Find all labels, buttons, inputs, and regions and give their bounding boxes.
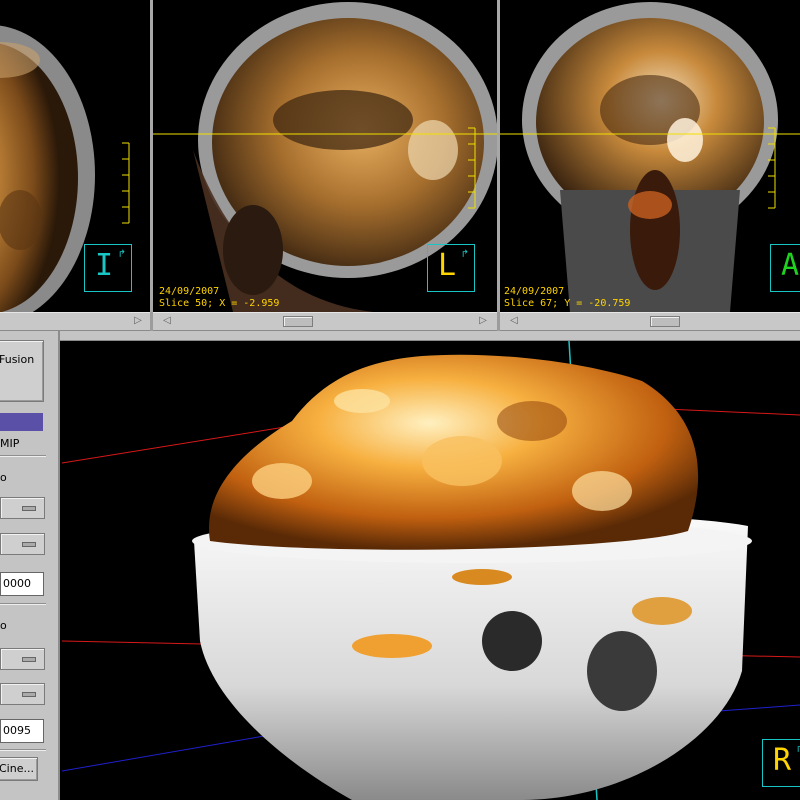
sagittal-scroll-thumb[interactable] [283,316,313,327]
scroll-left-icon[interactable]: ◁ [161,315,173,327]
option-menu-1[interactable] [0,497,45,519]
option-menu-indicator-icon [22,657,36,662]
panel-separator [0,455,46,457]
coronal-scrollbar[interactable]: ◁ [500,312,800,331]
value-a-field[interactable]: 0000 [0,572,44,596]
panel-separator [0,749,46,751]
coronal-viewport[interactable]: 24/09/2007 Slice 67; Y = -20.759 A [500,0,800,312]
coronal-image [500,2,800,312]
render3d-image [62,341,800,800]
top-section-border [0,331,800,341]
option-menu-3[interactable] [0,648,45,670]
coronal-date: 24/09/2007 [504,286,565,297]
viewport-divider [150,0,153,312]
sagittal-scrollbar[interactable]: ◁ ▷ [153,312,497,331]
orientation-letter-coronal: A [781,248,800,283]
scrollbar-divider [150,312,153,331]
sagittal-slice-info: Slice 50; X = -2.959 [159,298,280,309]
orientation-box-3d: R ↱ [762,739,800,787]
option-menu-indicator-icon [22,542,36,547]
axial-viewport[interactable]: I ↱ [0,0,150,312]
orientation-letter-axial: I [95,248,114,283]
axial-scrollbar[interactable]: ▷ [0,312,150,331]
orientation-box-coronal: A [770,244,800,292]
left-control-panel: Fusion MIP o 0000 o 0095 Cine... [0,331,60,800]
scroll-right-icon[interactable]: ▷ [132,315,144,327]
viewport-divider [497,0,500,312]
sagittal-viewport[interactable]: 24/09/2007 Slice 50; X = -2.959 L ↱ [153,0,497,312]
orientation-box-sagittal: L ↱ [427,244,475,292]
scroll-left-icon[interactable]: ◁ [508,315,520,327]
option-b-label: o [0,619,7,632]
option-menu-2[interactable] [0,533,45,555]
panel-separator [0,603,46,605]
sagittal-date: 24/09/2007 [159,286,220,297]
option-a-label: o [0,471,7,484]
orientation-letter-3d: R [773,743,792,778]
cine-button[interactable]: Cine... [0,757,38,781]
orientation-arrow-icon: ↱ [460,249,469,260]
scroll-right-icon[interactable]: ▷ [477,315,489,327]
orientation-arrow-icon: ↱ [795,744,800,755]
value-b-field[interactable]: 0095 [0,719,44,743]
fusion-label: Fusion [0,353,35,366]
orientation-arrow-icon: ↱ [117,249,126,260]
coronal-scroll-thumb[interactable] [650,316,680,327]
mip-highlight-bar [0,413,43,431]
coronal-slice-info: Slice 67; Y = -20.759 [504,298,631,309]
render3d-viewport[interactable]: R ↱ [62,341,800,800]
option-menu-indicator-icon [22,692,36,697]
orientation-letter-sagittal: L [438,248,457,283]
option-menu-4[interactable] [0,683,45,705]
cine-button-label: Cine... [0,762,34,775]
scrollbar-divider [497,312,500,331]
orientation-box-axial: I ↱ [84,244,132,292]
mip-label[interactable]: MIP [0,437,19,450]
fusion-button[interactable]: Fusion [0,340,44,402]
option-menu-indicator-icon [22,506,36,511]
